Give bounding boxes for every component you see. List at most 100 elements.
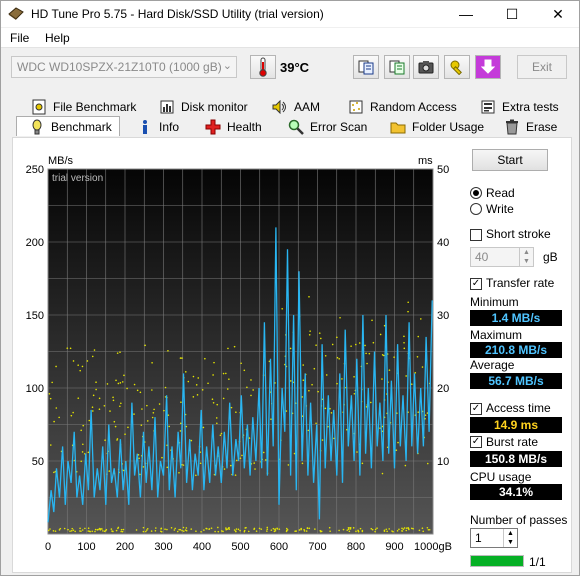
short-stroke-spinner[interactable]: 40 ▲ ▼ [470, 247, 534, 267]
access-time-point [407, 526, 409, 529]
access-time-point [164, 386, 167, 389]
access-time-point [388, 369, 391, 371]
access-time-label: Access time [486, 401, 551, 415]
access-time-point [298, 529, 301, 531]
tab-label: Erase [526, 120, 558, 134]
access-time-point [353, 375, 355, 378]
access-time-point [185, 527, 188, 529]
access-time-point [301, 462, 304, 465]
access-time-point [241, 454, 243, 457]
speaker-icon [272, 99, 288, 115]
close-button[interactable]: ✕ [535, 1, 579, 27]
maximize-button[interactable]: ☐ [489, 1, 535, 27]
access-time-point [403, 341, 405, 344]
access-time-point [170, 526, 173, 529]
app-window: HD Tune Pro 5.75 - Hard Disk/SSD Utility… [0, 0, 580, 576]
tab-label: Health [227, 120, 262, 134]
access-time-point [176, 530, 179, 533]
save-button[interactable] [475, 55, 501, 79]
access-time-checkbox[interactable]: ✓ [470, 403, 482, 415]
access-time-point [72, 529, 75, 531]
access-time-point [119, 405, 121, 408]
tab-health[interactable]: Health [205, 117, 262, 137]
access-time-point [285, 527, 288, 530]
access-time-point [210, 527, 213, 529]
options-button[interactable] [444, 55, 470, 79]
access-time-point [347, 526, 350, 529]
start-button[interactable]: Start [472, 149, 548, 171]
access-time-point [187, 380, 190, 383]
access-time-point [167, 349, 169, 352]
minimum-label: Minimum [470, 295, 519, 309]
access-time-point [70, 414, 73, 417]
left-tick-label: 50 [32, 456, 44, 468]
access-time-point [58, 529, 61, 531]
tab-benchmark[interactable]: Benchmark [16, 116, 120, 136]
access-time-point [112, 396, 114, 399]
tab-error-scan[interactable]: Error Scan [288, 117, 367, 137]
access-time-point [146, 420, 149, 422]
temperature-button[interactable] [250, 55, 276, 79]
access-time-point [142, 530, 145, 533]
access-time-point [266, 530, 268, 532]
chevron-down-icon: ⌄ [222, 60, 232, 72]
tab-random-access[interactable]: Random Access [348, 97, 457, 117]
access-time-point [381, 378, 383, 380]
access-time-point [353, 392, 356, 395]
thermometer-icon [259, 57, 267, 77]
access-time-point [116, 438, 119, 440]
passes-spinner[interactable]: 1 ▲ ▼ [470, 528, 518, 548]
burst-rate-checkbox[interactable]: ✓ [470, 436, 482, 448]
tab-disk-monitor[interactable]: Disk monitor [159, 97, 248, 117]
tab-file-benchmark[interactable]: File Benchmark [31, 97, 136, 117]
app-disk-icon [8, 7, 24, 20]
access-time-point [197, 377, 200, 379]
tab-erase[interactable]: Erase [504, 117, 557, 137]
access-time-point [321, 439, 324, 441]
chart-canvas: trial version2502001501005050403020100 10… [26, 164, 452, 553]
access-time-point [69, 530, 71, 532]
access-time-point [179, 357, 182, 359]
access-time-point [81, 529, 84, 531]
copy-all-button[interactable] [384, 55, 410, 79]
access-time-point [383, 529, 386, 532]
screenshot-button[interactable] [413, 55, 439, 79]
minimize-button[interactable]: — [443, 1, 489, 27]
transfer-rate-checkbox[interactable]: ✓ [470, 278, 482, 290]
access-time-point [308, 295, 310, 298]
access-time-point [160, 527, 163, 530]
copy-info-button[interactable] [353, 55, 379, 79]
access-time-point [407, 301, 409, 304]
tab-extra-tests[interactable]: Extra tests [480, 97, 559, 117]
access-time-point [262, 451, 265, 454]
access-time-point [225, 527, 227, 529]
tab-folder-usage[interactable]: Folder Usage [390, 117, 484, 137]
access-time-point [92, 394, 95, 397]
drive-select[interactable]: WDC WD10SPZX-21Z10T0 (1000 gB) ⌄ [11, 56, 237, 78]
write-radio[interactable] [470, 203, 482, 215]
read-radio[interactable] [470, 187, 482, 199]
access-time-point [324, 407, 327, 410]
menu-help[interactable]: Help [45, 31, 70, 45]
tab-info[interactable]: Info [137, 117, 179, 137]
menu-file[interactable]: File [10, 31, 29, 45]
access-time-point [258, 527, 261, 530]
access-time-point [217, 526, 219, 529]
access-time-point [361, 462, 364, 465]
tab-aam[interactable]: AAM [272, 97, 320, 117]
access-time-point [110, 528, 113, 530]
access-time-point [95, 381, 97, 384]
right-tick-label: 50 [437, 164, 449, 176]
access-time-point [53, 471, 55, 474]
access-time-point [51, 381, 53, 384]
access-time-point [72, 360, 75, 362]
access-time-point [253, 462, 255, 464]
access-time-point [391, 530, 393, 532]
access-time-point [416, 355, 419, 358]
access-time-point [126, 387, 128, 390]
short-stroke-checkbox[interactable] [470, 229, 482, 241]
access-time-point [82, 424, 85, 427]
access-time-point [181, 529, 183, 532]
cpu-usage-value: 34.1% [470, 484, 562, 500]
exit-button[interactable]: Exit [517, 55, 567, 79]
